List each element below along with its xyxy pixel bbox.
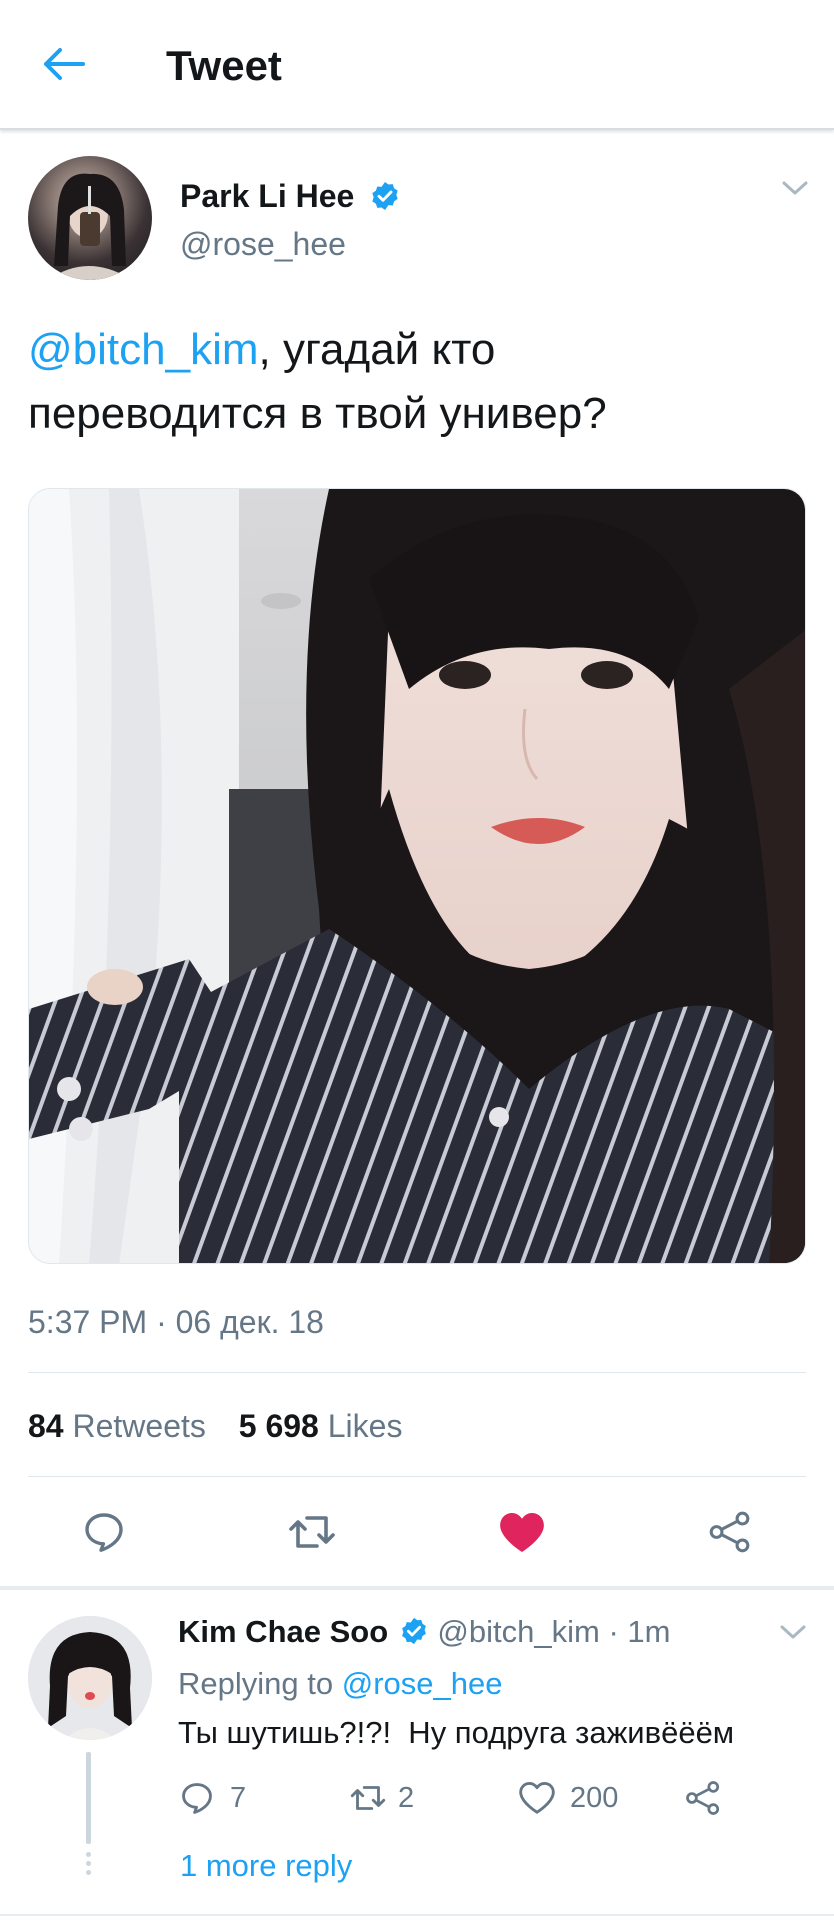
- tweet-mention-link[interactable]: @bitch_kim: [28, 325, 259, 374]
- retweet-icon: [289, 1516, 335, 1548]
- likes-count-link[interactable]: 5 698 Likes: [239, 1408, 403, 1444]
- reply-text: Ты шутишь?!?! Ну подруга заживёёём: [178, 1715, 735, 1750]
- retweet-icon: [350, 1786, 386, 1810]
- reply-retweet-count: 2: [398, 1781, 415, 1814]
- reply-time: · 1m: [608, 1614, 671, 1649]
- tweet-text-line2: переводится в твой универ?: [28, 389, 607, 438]
- tweet-text-line1: , угадай кто: [258, 325, 496, 374]
- divider: [28, 1476, 806, 1477]
- chevron-down-icon: [782, 181, 808, 195]
- avatar-illustration: [48, 173, 132, 280]
- reply-like-count: 200: [570, 1781, 619, 1814]
- author-avatar[interactable]: [28, 156, 152, 280]
- reply-like-button[interactable]: 200: [518, 1776, 618, 1820]
- reply-reply-count: 7: [230, 1781, 247, 1814]
- bottom-divider: [0, 1914, 834, 1916]
- tweet-text: @bitch_kim, угадай кто переводится в тво…: [28, 318, 808, 446]
- author-name: Park Li Hee: [180, 178, 355, 214]
- heart-icon: [500, 1513, 544, 1552]
- top-app-bar: Tweet: [0, 0, 834, 130]
- reply-icon: [182, 1783, 212, 1814]
- replying-to-link[interactable]: @rose_hee: [342, 1666, 503, 1701]
- reply-author-handle: @bitch_kim: [437, 1614, 600, 1649]
- author-handle[interactable]: @rose_hee: [180, 224, 346, 264]
- retweet-button[interactable]: [284, 1504, 340, 1560]
- avatar-illustration: [28, 1616, 152, 1740]
- reply-author-name: Kim Chae Soo: [178, 1614, 389, 1649]
- verified-badge-icon: [372, 181, 398, 210]
- reply-thread-dots: [86, 1852, 91, 1878]
- reply-share-button[interactable]: [684, 1776, 722, 1820]
- reply-author-avatar[interactable]: [28, 1616, 152, 1740]
- verified-badge-icon: [401, 1617, 426, 1644]
- tweet-menu-caret[interactable]: [780, 178, 816, 206]
- tweet-photo[interactable]: [28, 488, 806, 1264]
- reply-button[interactable]: [76, 1504, 132, 1560]
- replying-to-prefix: Replying to: [178, 1666, 334, 1701]
- photo-illustration: [29, 489, 805, 1263]
- like-count: 5 698: [238, 1408, 319, 1444]
- engagement-counts: 84 Retweets 5 698 Likes: [28, 1406, 402, 1446]
- back-button[interactable]: [36, 40, 92, 88]
- share-button[interactable]: [702, 1504, 758, 1560]
- reply-thread-line: [86, 1752, 91, 1844]
- arrow-left-icon: [44, 48, 85, 80]
- reply-icon: [85, 1513, 123, 1552]
- more-replies-link[interactable]: 1 more reply: [180, 1846, 352, 1886]
- replying-to-row: Replying to @rose_hee: [178, 1664, 502, 1704]
- reply-reply-button[interactable]: 7: [178, 1776, 246, 1820]
- heart-icon: [519, 1782, 555, 1814]
- retweet-count: 84: [28, 1408, 64, 1444]
- share-icon: [686, 1781, 720, 1815]
- like-button[interactable]: [494, 1504, 550, 1560]
- divider: [28, 1372, 806, 1373]
- share-icon: [709, 1511, 750, 1553]
- retweet-label: Retweets: [72, 1408, 206, 1444]
- reply-menu-caret[interactable]: [778, 1622, 814, 1650]
- author-name-row[interactable]: Park Li Hee: [180, 176, 401, 216]
- retweets-count-link[interactable]: 84 Retweets: [28, 1408, 206, 1444]
- reply-header-row[interactable]: Kim Chae Soo @bitch_kim · 1m: [178, 1612, 670, 1652]
- like-label: Likes: [327, 1408, 403, 1444]
- page-title: Tweet: [166, 42, 282, 89]
- section-separator: [0, 1586, 834, 1590]
- reply-retweet-button[interactable]: 2: [348, 1776, 414, 1820]
- chevron-down-icon: [780, 1625, 806, 1639]
- tweet-timestamp: 5:37 PM · 06 дек. 18: [28, 1304, 324, 1340]
